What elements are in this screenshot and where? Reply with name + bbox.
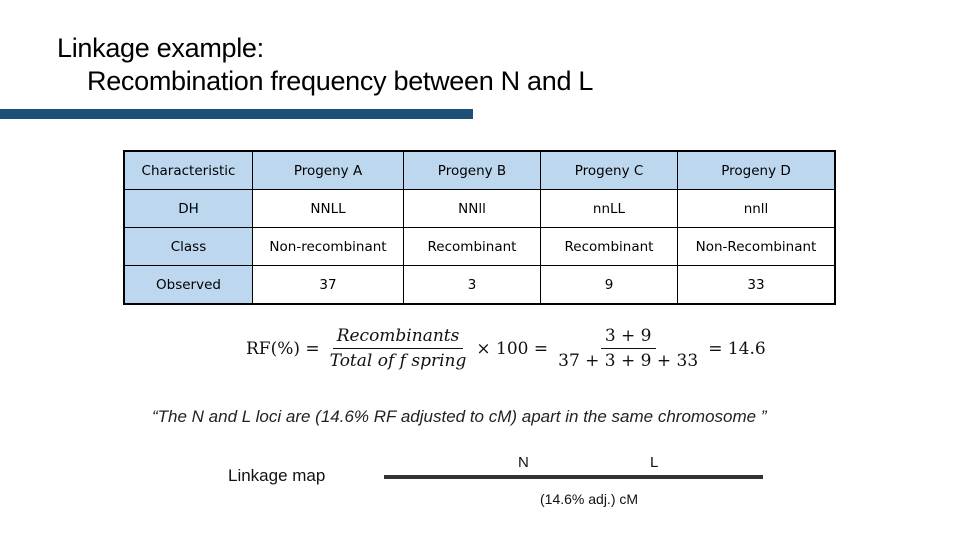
table-cell: 37 <box>252 265 404 305</box>
locus-l-label: L <box>650 454 659 471</box>
title-accent-bar <box>0 109 473 119</box>
table-cell: Recombinant <box>540 227 678 266</box>
header-progeny-a: Progeny A <box>252 150 404 190</box>
row-label: DH <box>123 189 253 228</box>
title-line-2: Recombination frequency between N and L <box>87 66 594 96</box>
table-cell: NNll <box>403 189 541 228</box>
locus-n-label: N <box>518 454 529 471</box>
chromosome-line <box>384 475 763 479</box>
header-progeny-c: Progeny C <box>540 150 678 190</box>
table-cell: 9 <box>540 265 678 305</box>
linkage-map-label: Linkage map <box>228 466 326 485</box>
header-characteristic: Characteristic <box>123 150 253 190</box>
fraction-2-numerator: 3 + 9 <box>600 326 656 349</box>
formula-fraction-1: Recombinants Total of f spring <box>326 326 471 371</box>
header-progeny-b: Progeny B <box>403 150 541 190</box>
table-header-row: Characteristic Progeny A Progeny B Proge… <box>123 150 836 190</box>
formula-times: × 100 = <box>476 338 549 359</box>
table-cell: Non-Recombinant <box>677 227 836 266</box>
table-cell: Non-recombinant <box>252 227 404 266</box>
row-label: Class <box>123 227 253 266</box>
progeny-table: Characteristic Progeny A Progeny B Proge… <box>123 150 836 305</box>
table-cell: nnLL <box>540 189 678 228</box>
table-cell: NNLL <box>252 189 404 228</box>
formula-result: = 14.6 <box>708 338 766 359</box>
title-line-1: Linkage example: <box>57 33 264 63</box>
fraction-2-denominator: 37 + 3 + 9 + 33 <box>558 351 699 371</box>
table-cell: Recombinant <box>403 227 541 266</box>
table-row-class: Class Non-recombinant Recombinant Recomb… <box>123 227 836 266</box>
table-cell: 3 <box>403 265 541 305</box>
conclusion-quote: “The N and L loci are (14.6% RF adjusted… <box>152 407 767 426</box>
table-cell: nnll <box>677 189 836 228</box>
header-progeny-d: Progeny D <box>677 150 836 190</box>
fraction-1-numerator: Recombinants <box>332 326 464 349</box>
table-cell: 33 <box>677 265 836 305</box>
formula-lhs: RF(%) = <box>246 338 320 359</box>
table-row-dh: DH NNLL NNll nnLL nnll <box>123 189 836 228</box>
slide-title: Linkage example: Recombination frequency… <box>57 32 593 98</box>
rf-formula: RF(%) = Recombinants Total of f spring ×… <box>246 326 766 371</box>
row-label: Observed <box>123 265 253 305</box>
fraction-1-denominator: Total of f spring <box>329 351 467 371</box>
formula-fraction-2: 3 + 9 37 + 3 + 9 + 33 <box>554 326 702 371</box>
table-row-observed: Observed 37 3 9 33 <box>123 265 836 305</box>
map-distance-label: (14.6% adj.) cM <box>540 491 639 507</box>
